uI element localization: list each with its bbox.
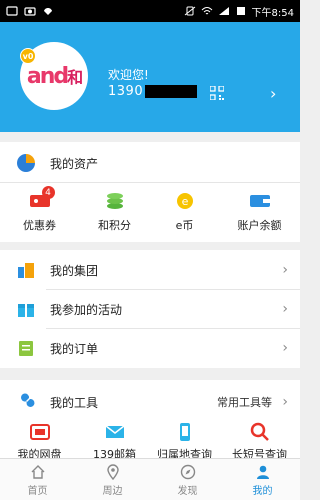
tool-mail[interactable]: 139邮箱 (77, 422, 152, 462)
nav-me[interactable]: 我的 (225, 459, 300, 500)
chevron-right-icon[interactable]: › (270, 84, 276, 103)
signal-icon (218, 7, 229, 15)
bottom-nav: 首页 周边 发现 我的 (0, 458, 300, 500)
app-icon (44, 8, 52, 15)
asset-balance[interactable]: 账户余额 (222, 190, 297, 233)
nav-label: 首页 (27, 485, 48, 497)
nav-nearby[interactable]: 周边 (75, 459, 150, 500)
menu-item-label: 我的集团 (50, 263, 99, 278)
coins-stack-icon (104, 190, 126, 212)
wallet-icon (249, 190, 271, 212)
tool-cloud-drive[interactable]: 我的网盘 (2, 422, 77, 462)
person-icon (256, 465, 269, 479)
wifi-icon (201, 7, 212, 15)
asset-coupon[interactable]: 4 优惠券 (2, 186, 77, 233)
menu-item-activities[interactable]: 我参加的活动 › (0, 297, 300, 321)
brand-logo: and和 (26, 63, 83, 89)
coupon-count-badge: 4 (41, 186, 55, 199)
nav-label: 周边 (102, 485, 123, 497)
mail-icon (105, 425, 124, 438)
chevron-right-icon: › (282, 301, 288, 317)
tools-extra: 常用工具等 (217, 396, 272, 409)
home-icon (31, 464, 44, 479)
gift-icon (16, 299, 36, 319)
asset-label: 和积分 (98, 219, 131, 232)
tools-header[interactable]: 我的工具 常用工具等 › (0, 390, 300, 414)
wrench-icon (16, 392, 36, 412)
asset-label: 优惠券 (23, 219, 56, 232)
nav-label: 我的 (252, 485, 273, 497)
menu-item-group[interactable]: 我的集团 › (0, 258, 300, 282)
nav-home[interactable]: 首页 (0, 459, 75, 500)
tools-grid: 我的网盘 139邮箱 归属地查询 长短号查询 (0, 422, 300, 461)
buildings-icon (16, 260, 36, 280)
welcome-text: 欢迎您! (108, 68, 149, 82)
tool-phone-locate[interactable]: 归属地查询 (147, 422, 222, 462)
assets-header[interactable]: 我的资产 (0, 150, 300, 176)
phone-locate-icon (179, 423, 190, 441)
pie-chart-icon (16, 153, 36, 173)
clipboard-icon (16, 338, 36, 358)
asset-label: e币 (175, 219, 194, 232)
chevron-right-icon: › (282, 262, 288, 278)
magnifier-icon (250, 422, 269, 441)
notification-icon (6, 6, 18, 16)
menu-item-orders[interactable]: 我的订单 › (0, 336, 300, 360)
divider (46, 289, 300, 290)
camera-icon (24, 7, 36, 16)
tools-title: 我的工具 (50, 395, 99, 410)
divider (46, 328, 300, 329)
menu-item-label: 我参加的活动 (50, 302, 123, 317)
redaction-mask (145, 85, 198, 98)
chevron-right-icon: › (282, 394, 288, 410)
coupon-icon: 4 (29, 186, 55, 212)
qr-code-icon[interactable] (210, 86, 224, 100)
tool-short-number[interactable]: 长短号查询 (222, 422, 297, 462)
nav-label: 发现 (177, 485, 198, 497)
divider (0, 182, 300, 183)
asset-points[interactable]: 和积分 (77, 190, 152, 233)
chevron-right-icon: › (282, 340, 288, 356)
asset-ecoin[interactable]: e e币 (147, 190, 222, 233)
cloud-drive-icon (29, 424, 50, 440)
ecoin-icon: e (174, 190, 196, 212)
status-bar: 下午8:54 (0, 0, 300, 22)
screen: 下午8:54 and和 v0 欢迎您! 1390 › 我的资产 4 优惠券 和积… (0, 0, 300, 500)
svg-text:e: e (181, 195, 188, 208)
phone-row: 1390 (108, 84, 198, 99)
menu-card: 我的集团 › 我参加的活动 › 我的订单 › (0, 250, 300, 368)
phone-number: 1390 (108, 84, 144, 99)
status-time: 下午8:54 (251, 7, 294, 19)
mute-icon (184, 6, 195, 16)
profile-header[interactable]: and和 v0 欢迎您! 1390 › (0, 22, 300, 132)
assets-grid: 4 优惠券 和积分 e e币 账户余额 (0, 186, 300, 238)
level-badge: v0 (20, 48, 36, 64)
menu-item-label: 我的订单 (50, 341, 99, 356)
nav-discover[interactable]: 发现 (150, 459, 225, 500)
location-pin-icon (106, 463, 119, 480)
assets-title: 我的资产 (50, 156, 99, 171)
asset-label: 账户余额 (237, 219, 282, 232)
battery-icon (236, 7, 245, 15)
compass-icon (180, 464, 195, 479)
